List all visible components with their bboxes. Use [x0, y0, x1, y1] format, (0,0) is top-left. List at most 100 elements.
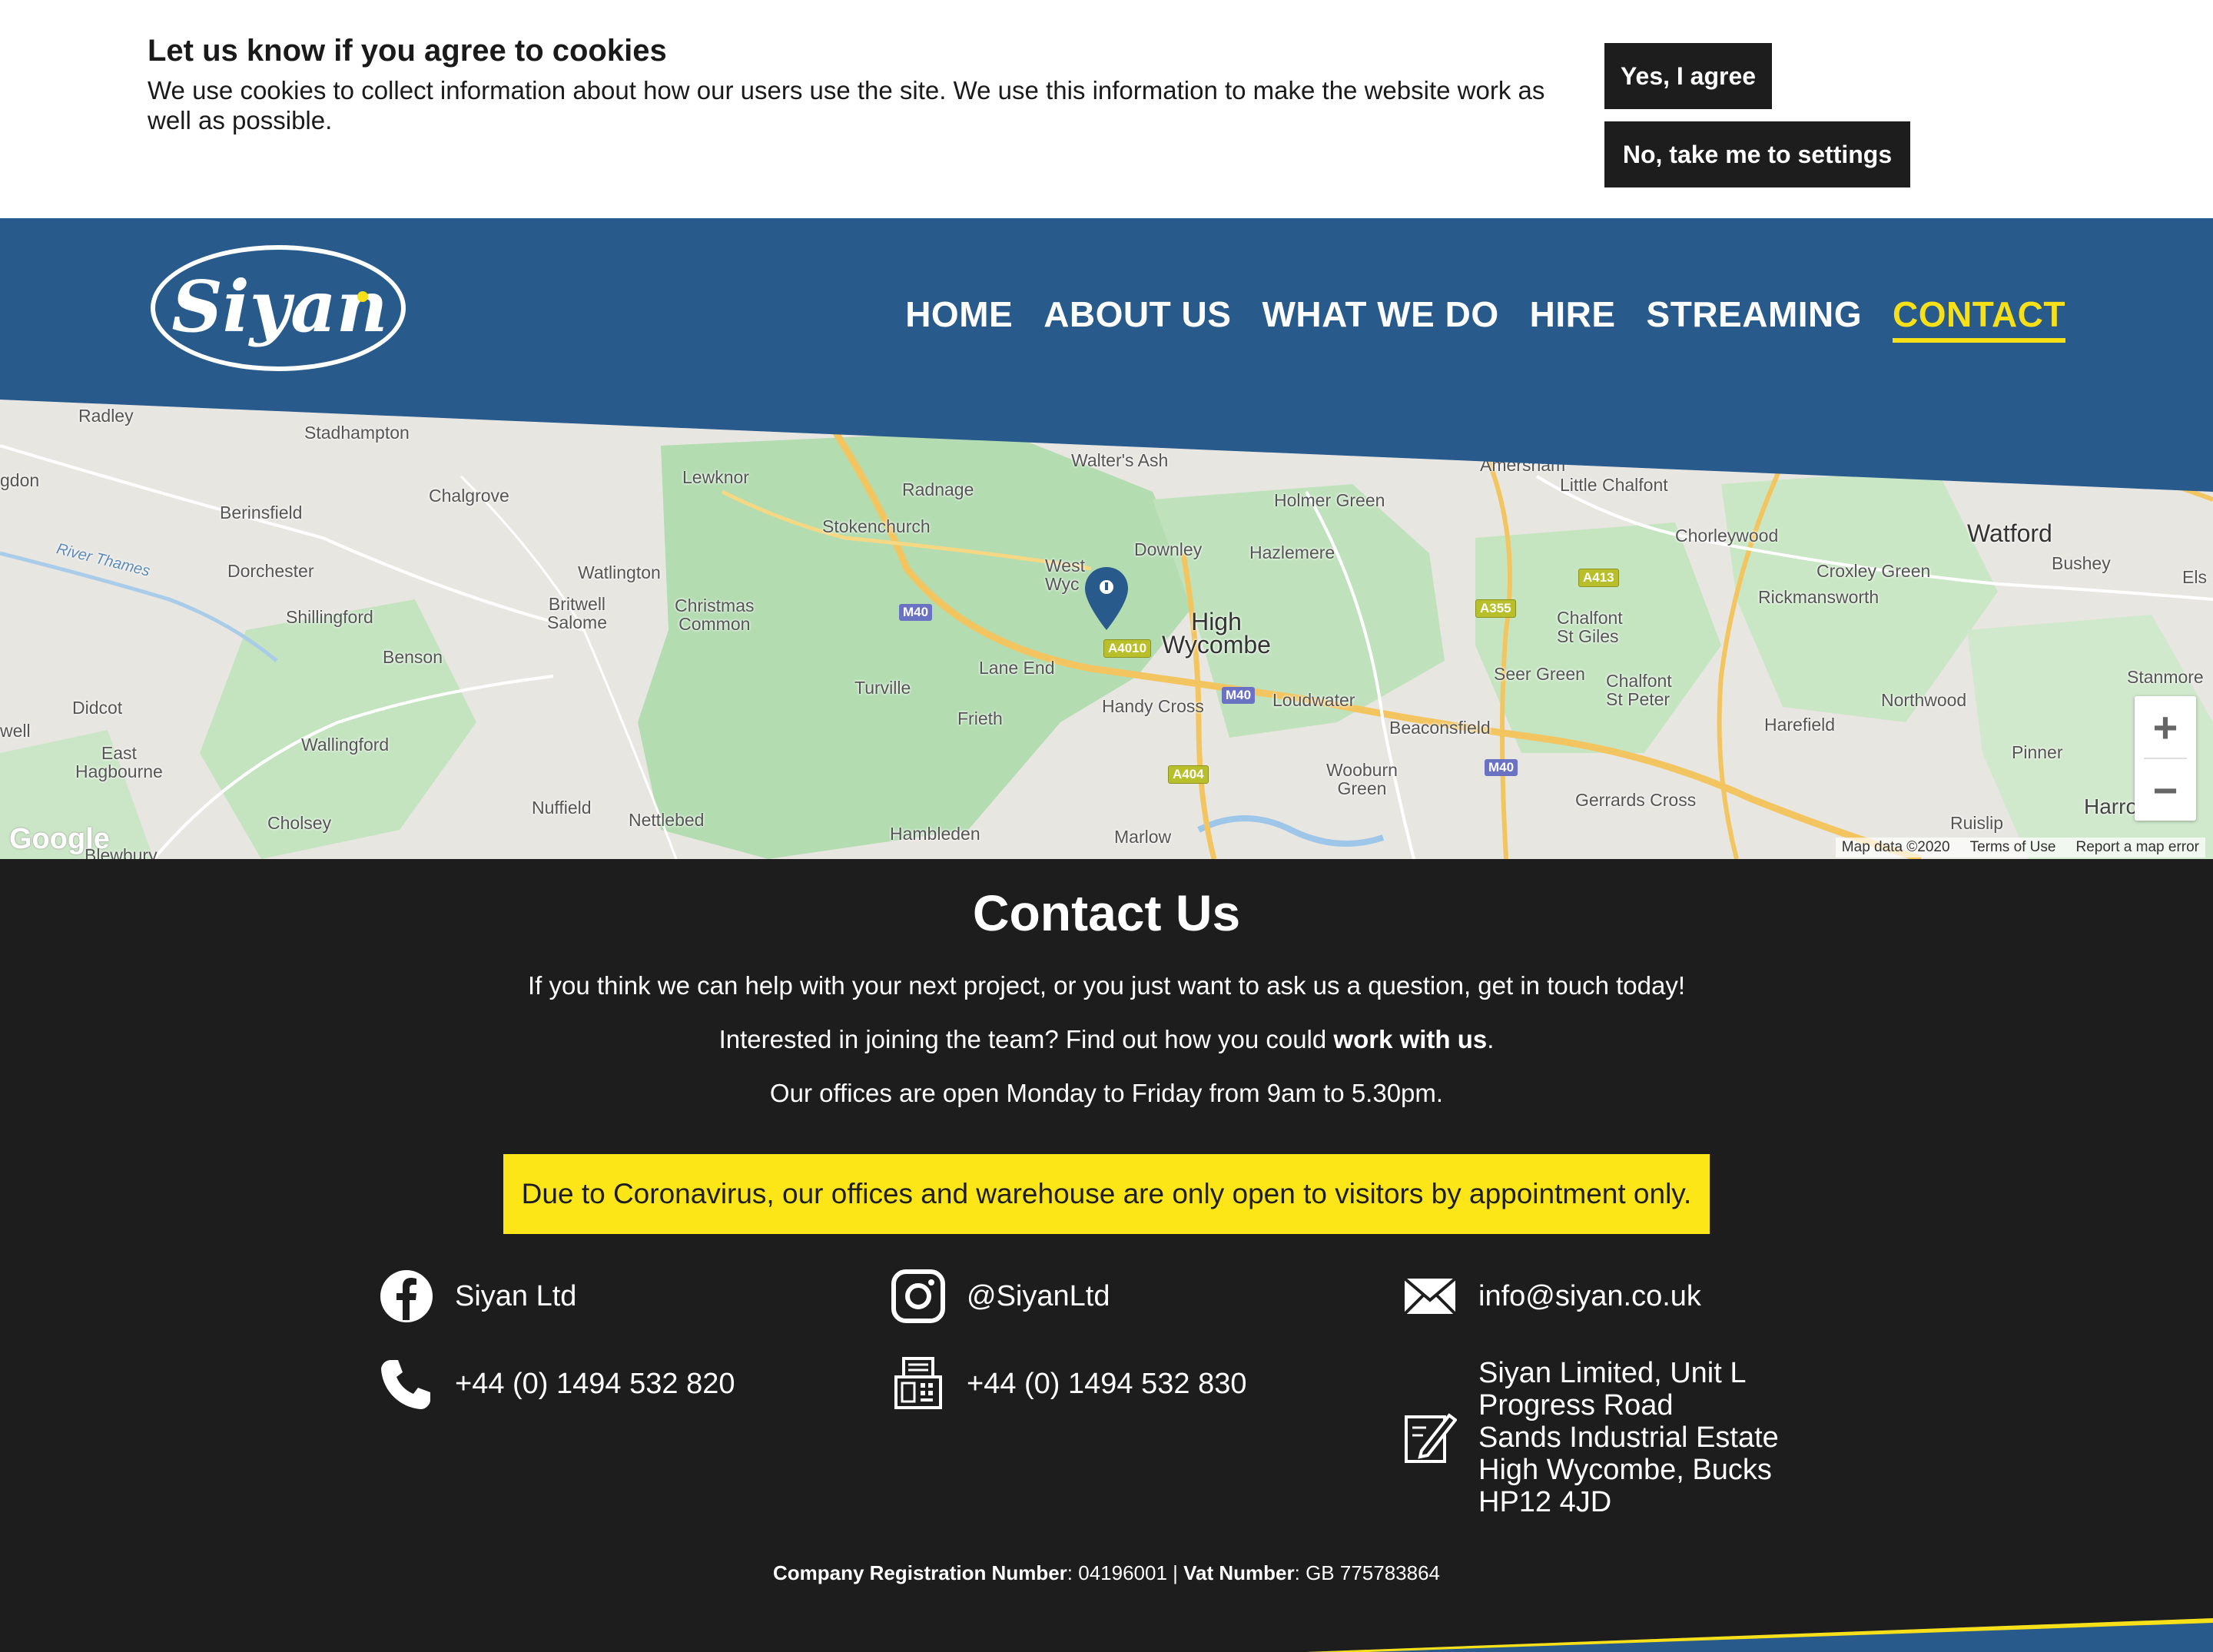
map-label: Beaconsfield	[1389, 718, 1491, 738]
nav-streaming[interactable]: STREAMING	[1647, 294, 1863, 343]
siyan-logo[interactable]: Siyan	[148, 243, 409, 373]
google-logo[interactable]: Google	[9, 823, 110, 856]
instagram-contact[interactable]: @SiyanLtd	[891, 1269, 1110, 1323]
footer-stripe	[1306, 1618, 2213, 1652]
map-label: Watford	[1967, 519, 2052, 547]
road-badge: A413	[1578, 569, 1619, 587]
map-label: Bushey	[2052, 553, 2111, 573]
cookie-settings-button[interactable]: No, take me to settings	[1604, 121, 1910, 187]
map-label: Chorleywood	[1675, 526, 1779, 546]
office-hours: Our offices are open Monday to Friday fr…	[769, 1079, 1444, 1107]
address-line: Siyan Limited, Unit L	[1478, 1357, 1747, 1389]
vat-value: : GB 775783864	[1294, 1561, 1441, 1584]
agree-cookies-button[interactable]: Yes, I agree	[1604, 43, 1772, 109]
join-team-after: .	[1487, 1025, 1495, 1053]
zoom-out-button[interactable]: −	[2135, 759, 2196, 821]
map-label: Berinsfield	[220, 503, 303, 522]
address-line: HP12 4JD	[1478, 1486, 1612, 1518]
map-label: Frieth	[957, 708, 1003, 728]
map-label: Britwell Salome	[547, 594, 607, 632]
map-label: Wallingford	[301, 735, 390, 755]
map-label: Seer Green	[1494, 664, 1585, 684]
phone-icon	[380, 1357, 433, 1411]
map-label: Didcot	[72, 698, 123, 718]
map-label: Wooburn Green	[1326, 760, 1398, 798]
phone-contact[interactable]: +44 (0) 1494 532 820	[380, 1357, 735, 1411]
map-label: Loudwater	[1272, 690, 1355, 710]
map-label: Stokenchurch	[822, 516, 931, 536]
nav-home[interactable]: HOME	[905, 294, 1013, 343]
phone-number: +44 (0) 1494 532 820	[455, 1368, 735, 1400]
road-badge: A4010	[1103, 639, 1152, 658]
map-label: Cholsey	[267, 813, 332, 833]
envelope-icon	[1403, 1269, 1457, 1323]
map-label: Hazlemere	[1249, 542, 1335, 562]
map-zoom-control: + −	[2135, 696, 2196, 821]
instagram-icon	[891, 1269, 945, 1323]
map-label: Northwood	[1881, 690, 1967, 710]
map-data-text: Map data ©2020	[1841, 839, 1950, 855]
nav-what-we-do[interactable]: WHAT WE DO	[1262, 294, 1498, 343]
cookie-banner: Let us know if you agree to cookies We u…	[0, 0, 2213, 218]
road-badge: M40	[899, 604, 933, 621]
map-label: Shillingford	[286, 607, 373, 627]
map-label: Stanmore	[2127, 667, 2204, 687]
map-label: Gerrards Cross	[1575, 790, 1697, 810]
google-map[interactable]: Radley Stadhampton gdon Chalgrove Lewkno…	[0, 400, 2213, 859]
map-label: Ruislip	[1950, 813, 2004, 833]
address-pencil-icon	[1403, 1411, 1457, 1465]
map-label: Croxley Green	[1817, 561, 1931, 581]
coronavirus-notice: Due to Coronavirus, our offices and ware…	[503, 1154, 1710, 1234]
map-label: Chalfont St Giles	[1557, 608, 1623, 646]
road-badge: M40	[1222, 687, 1256, 704]
map-footer: Map data ©2020 Terms of Use Report a map…	[1835, 838, 2205, 858]
map-label: Nettlebed	[629, 810, 705, 830]
map-label: Pinner	[2012, 742, 2063, 762]
join-team-before: Interested in joining the team? Find out…	[718, 1025, 1334, 1053]
map-label: Watlington	[578, 562, 661, 582]
map-label: well	[0, 721, 31, 741]
email-address: info@siyan.co.uk	[1478, 1280, 1701, 1312]
location-pin-icon[interactable]	[1083, 566, 1130, 632]
facebook-icon	[380, 1269, 433, 1323]
report-map-error-link[interactable]: Report a map error	[2075, 839, 2199, 856]
map-label: Rickmansworth	[1758, 587, 1880, 607]
map-label: Harefield	[1764, 715, 1836, 735]
fax-number: +44 (0) 1494 532 830	[967, 1368, 1247, 1400]
map-label: Els	[2182, 567, 2207, 587]
map-label: Hambleden	[890, 824, 980, 844]
facebook-contact[interactable]: Siyan Ltd	[380, 1269, 576, 1323]
join-team-text: Interested in joining the team? Find out…	[0, 1025, 2213, 1054]
logo-text: Siyan	[171, 265, 387, 348]
map-label: Lane End	[979, 658, 1055, 678]
facebook-name: Siyan Ltd	[455, 1280, 577, 1312]
nav-about-us[interactable]: ABOUT US	[1043, 294, 1231, 343]
road-badge: A404	[1168, 765, 1209, 784]
map-label: Downley	[1134, 539, 1203, 559]
nav-hire[interactable]: HIRE	[1530, 294, 1616, 343]
zoom-in-button[interactable]: +	[2135, 696, 2196, 758]
header-diagonal	[0, 400, 2213, 492]
cookie-text: We use cookies to collect information ab…	[148, 76, 1545, 134]
email-contact[interactable]: info@siyan.co.uk	[1403, 1269, 1701, 1323]
work-with-us-link[interactable]: work with us	[1333, 1025, 1487, 1053]
address-line: Sands Industrial Estate	[1478, 1421, 1779, 1454]
map-label: Christmas Common	[675, 595, 755, 634]
company-reg-value: : 04196001 |	[1067, 1561, 1184, 1584]
cookie-title: Let us know if you agree to cookies	[148, 34, 667, 68]
contact-intro: If you think we can help with your next …	[527, 971, 1685, 1000]
postal-address: Siyan Limited, Unit L Progress Road Sand…	[1403, 1357, 1779, 1518]
road-badge: A355	[1475, 599, 1516, 618]
address-text: Siyan Limited, Unit L Progress Road Sand…	[1478, 1357, 1779, 1518]
company-reg-label: Company Registration Number	[772, 1561, 1067, 1584]
road-badge: M40	[1485, 759, 1518, 776]
map-label: Dorchester	[227, 561, 314, 581]
map-label: Handy Cross	[1102, 696, 1204, 716]
address-line: Progress Road	[1478, 1389, 1674, 1421]
terms-of-use-link[interactable]: Terms of Use	[1970, 839, 2056, 856]
map-label: Nuffield	[532, 798, 592, 818]
instagram-handle: @SiyanLtd	[967, 1280, 1110, 1312]
nav-contact[interactable]: CONTACT	[1893, 294, 2065, 343]
map-label: Turville	[854, 678, 911, 698]
site-header: Siyan HOME ABOUT US WHAT WE DO HIRE STRE…	[0, 218, 2213, 400]
